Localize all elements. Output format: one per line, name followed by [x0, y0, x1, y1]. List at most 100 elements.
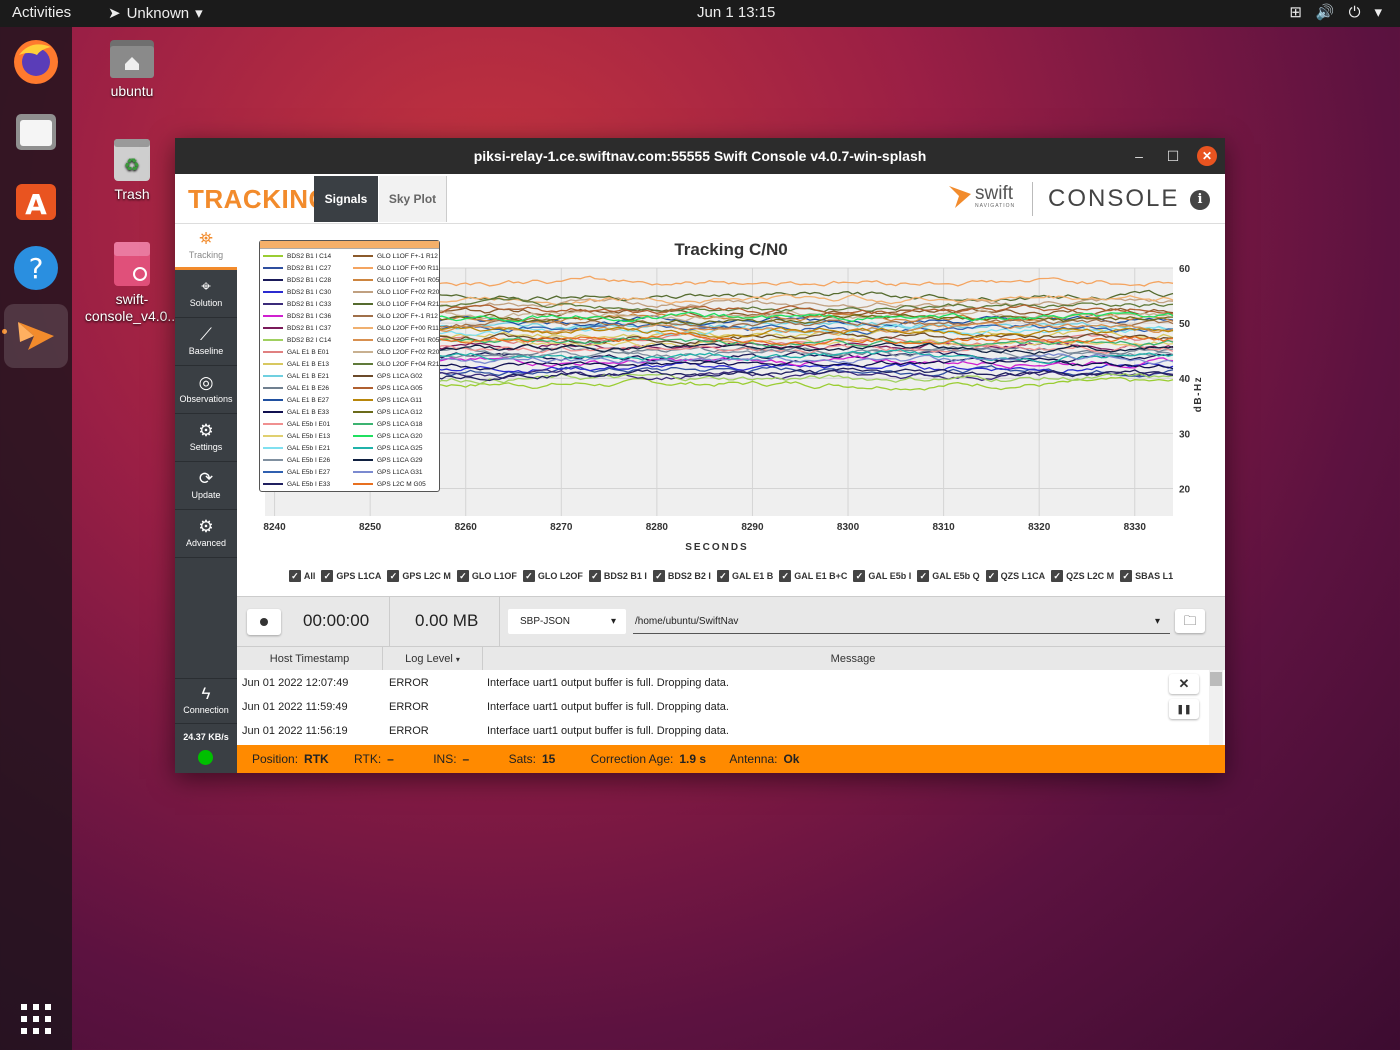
sidebar-item-settings[interactable]: ⚙ Settings — [175, 416, 237, 462]
swift-console-icon[interactable] — [4, 304, 68, 368]
filter-checkbox[interactable]: ✓ GAL E5b Q — [917, 566, 980, 586]
filter-checkbox[interactable]: ✓ All — [288, 566, 315, 586]
app-menu[interactable]: ➤ Unknown ▾ — [108, 4, 203, 23]
legend-entry[interactable]: GLO L2OF F+02 R20 — [353, 346, 439, 358]
chart-legend[interactable]: BDS2 B1 I C14 BDS2 B1 I C27 BDS2 B1 I C28 B… — [259, 240, 440, 492]
folder-browse-button[interactable]: 🗀 — [1175, 609, 1205, 633]
legend-entry[interactable]: GPS L1CA G12 — [353, 406, 423, 418]
legend-entry[interactable]: GLO L2OF F+-1 R12 — [353, 310, 438, 322]
legend-entry[interactable]: GPS L1CA G02 — [353, 370, 423, 382]
legend-entry[interactable]: GAL E5b I E13 — [263, 430, 330, 442]
filter-checkbox[interactable]: ✓ BDS2 B1 I — [588, 566, 647, 586]
legend-entry[interactable]: BDS2 B2 I C14 — [263, 334, 331, 346]
legend-entry[interactable]: GLO L2OF F+01 R05 — [353, 334, 439, 346]
clock[interactable]: Jun 1 13:15 — [697, 4, 775, 21]
legend-entry[interactable]: GAL E1 B E01 — [263, 346, 329, 358]
sidebar-item-update[interactable]: ⟳ Update — [175, 464, 237, 510]
legend-swatch — [353, 471, 373, 473]
filter-checkbox[interactable]: ✓ SBAS L1 — [1120, 566, 1173, 586]
legend-entry[interactable]: BDS2 B1 I C28 — [263, 274, 331, 286]
sidebar-item-observations[interactable]: ◎ Observations — [175, 368, 237, 414]
info-button[interactable]: i — [1190, 190, 1210, 210]
legend-entry[interactable]: GPS L1CA G18 — [353, 418, 423, 430]
pause-log-button[interactable]: ❚❚ — [1169, 699, 1199, 719]
sidebar-item-solution[interactable]: ⌖ Solution — [175, 272, 237, 318]
format-select[interactable]: SBP-JSON ▾ — [508, 609, 626, 634]
system-tray[interactable]: ⊞ 🔊 ⏻ ▾ — [1289, 3, 1382, 22]
clear-log-button[interactable]: ✕ — [1169, 674, 1199, 694]
tab-signals[interactable]: Signals — [314, 176, 378, 222]
scrollbar-thumb[interactable] — [1210, 672, 1222, 686]
legend-entry[interactable]: GLO L2OF F+00 R11 — [353, 322, 439, 334]
sidebar-item-tracking[interactable]: ⛯ Tracking — [175, 224, 237, 270]
checkbox-check-icon: ✓ — [588, 570, 601, 582]
legend-entry[interactable]: GPS L1CA G20 — [353, 430, 423, 442]
log-scrollbar[interactable] — [1209, 670, 1223, 745]
filter-checkbox[interactable]: ✓ BDS2 B2 I — [652, 566, 711, 586]
legend-entry[interactable]: GLO L1OF F+04 R21 — [353, 298, 439, 310]
help-icon[interactable]: ? — [4, 236, 68, 300]
minimize-button[interactable]: – — [1125, 138, 1153, 174]
column-header-timestamp[interactable]: Host Timestamp — [237, 647, 383, 671]
log-path-input[interactable]: /home/ubuntu/SwiftNav ▾ — [633, 609, 1170, 634]
legend-entry[interactable]: GPS L1CA G29 — [353, 454, 423, 466]
table-row[interactable]: Jun 01 2022 11:59:49 ERROR Interface uar… — [237, 695, 1177, 719]
legend-entry[interactable]: GAL E5b I E21 — [263, 442, 330, 454]
legend-entry[interactable]: BDS2 B1 I C36 — [263, 310, 331, 322]
maximize-button[interactable]: ☐ — [1159, 138, 1187, 174]
filter-checkbox[interactable]: ✓ QZS L2C M — [1051, 566, 1114, 586]
sidebar-item-connection[interactable]: ϟ Connection — [175, 678, 237, 724]
legend-entry[interactable]: GAL E1 B E33 — [263, 406, 329, 418]
desktop-icon-home[interactable]: ubuntu — [82, 36, 182, 99]
legend-entry[interactable]: BDS2 B1 I C37 — [263, 322, 331, 334]
filter-checkbox[interactable]: ✓ GLO L1OF — [456, 566, 517, 586]
legend-entry[interactable]: GPS L2C M G05 — [353, 478, 426, 490]
filter-checkbox[interactable]: ✓ GLO L2OF — [522, 566, 583, 586]
legend-entry[interactable]: GLO L1OF F+02 R20 — [353, 286, 439, 298]
legend-entry[interactable]: BDS2 B1 I C30 — [263, 286, 331, 298]
window-titlebar[interactable]: piksi-relay-1.ce.swiftnav.com:55555 Swif… — [175, 138, 1225, 174]
legend-entry[interactable]: GPS L1CA G31 — [353, 466, 423, 478]
software-icon[interactable]: A — [4, 168, 68, 232]
legend-entry[interactable]: GLO L1OF F+00 R11 — [353, 262, 439, 274]
legend-entry[interactable]: BDS2 B1 I C33 — [263, 298, 331, 310]
legend-entry[interactable]: GAL E1 B E27 — [263, 394, 329, 406]
legend-entry[interactable]: GAL E1 B E13 — [263, 358, 329, 370]
filter-checkbox[interactable]: ✓ GAL E1 B — [716, 566, 773, 586]
table-row[interactable]: Jun 01 2022 11:56:19 ERROR Interface uar… — [237, 719, 1177, 743]
sidebar-item-advanced[interactable]: ⚙ Advanced — [175, 512, 237, 558]
record-button[interactable] — [247, 609, 281, 635]
legend-entry[interactable]: GLO L2OF F+04 R21 — [353, 358, 439, 370]
tab-sky-plot[interactable]: Sky Plot — [379, 176, 447, 222]
filter-checkbox[interactable]: ✓ QZS L1CA — [985, 566, 1045, 586]
desktop-icon-trash[interactable]: ♻ Trash — [82, 137, 182, 202]
legend-entry[interactable]: GAL E5b I E33 — [263, 478, 330, 490]
filter-checkbox[interactable]: ✓ GAL E1 B+C — [779, 566, 847, 586]
legend-entry[interactable]: BDS2 B1 I C27 — [263, 262, 331, 274]
sidebar-item-baseline[interactable]: ⟋ Baseline — [175, 320, 237, 366]
legend-entry[interactable]: GPS L1CA G11 — [353, 394, 422, 406]
firefox-icon[interactable] — [4, 30, 68, 94]
activities-button[interactable]: Activities — [12, 4, 71, 21]
legend-entry[interactable]: GAL E1 B E21 — [263, 370, 329, 382]
filter-checkbox[interactable]: ✓ GPS L2C M — [387, 566, 451, 586]
legend-entry[interactable]: GAL E5b I E27 — [263, 466, 330, 478]
desktop-icon-deb[interactable]: swift-console_v4.0... — [82, 240, 182, 325]
legend-entry[interactable]: GAL E5b I E01 — [263, 418, 330, 430]
filter-checkbox[interactable]: ✓ GAL E5b I — [853, 566, 911, 586]
legend-entry[interactable]: BDS2 B1 I C14 — [263, 250, 331, 262]
legend-entry[interactable]: GLO L1OF F+01 R05 — [353, 274, 439, 286]
table-row[interactable]: Jun 01 2022 12:07:49 ERROR Interface uar… — [237, 671, 1177, 695]
close-button[interactable]: ✕ — [1197, 146, 1217, 166]
legend-entry[interactable]: GPS L1CA G05 — [353, 382, 423, 394]
files-icon[interactable] — [4, 100, 68, 164]
show-apps-icon[interactable] — [4, 987, 68, 1050]
legend-entry[interactable]: GPS L1CA G25 — [353, 442, 423, 454]
legend-entry[interactable]: GAL E5b I E26 — [263, 454, 330, 466]
column-header-log-level[interactable]: Log Level ▾ — [383, 647, 483, 671]
filter-checkbox[interactable]: ✓ GPS L1CA — [321, 566, 381, 586]
legend-swatch — [263, 291, 283, 293]
legend-entry[interactable]: GLO L1OF F+-1 R12 — [353, 250, 438, 262]
legend-entry[interactable]: GAL E1 B E26 — [263, 382, 329, 394]
column-header-message[interactable]: Message — [483, 647, 1223, 671]
